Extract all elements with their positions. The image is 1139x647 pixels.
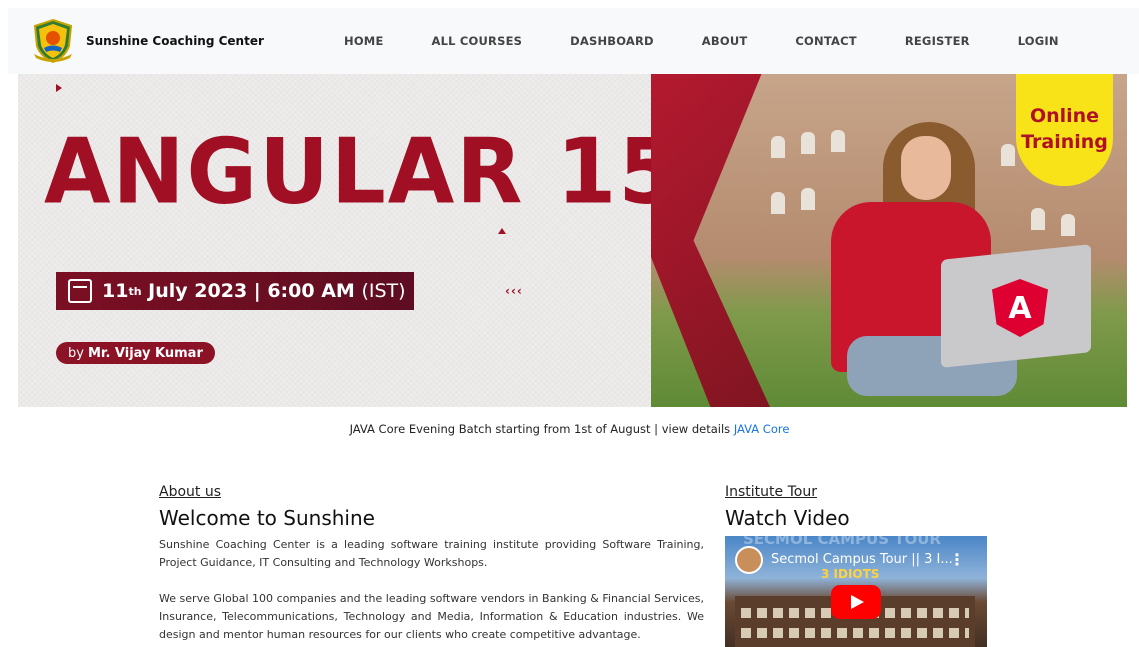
video-building-windows [741, 628, 969, 638]
building-window [801, 188, 815, 210]
date-day: 11 [102, 280, 129, 302]
navbar: Sunshine Coaching Center HOME ALL COURSE… [8, 8, 1139, 74]
badge-line2: Training [1021, 131, 1108, 153]
nav-dashboard[interactable]: DASHBOARD [570, 34, 654, 48]
building-window [1001, 144, 1015, 166]
about-paragraph-1: Sunshine Coaching Center is a leading so… [159, 538, 704, 569]
nav-contact[interactable]: CONTACT [795, 34, 856, 48]
date-suffix: th [128, 284, 142, 298]
java-core-link[interactable]: JAVA Core [734, 422, 790, 436]
date-rest: July 2023 | 6:00 AM [148, 280, 355, 302]
nav-login[interactable]: LOGIN [1018, 34, 1059, 48]
banner-title: ANGULAR 15 [44, 119, 681, 225]
building-window [801, 132, 815, 154]
hero-banner[interactable]: ANGULAR 15 11th July 2023 | 6:00 AM (IST… [18, 74, 1127, 407]
chevrons-left-icon: ‹‹‹ [505, 284, 523, 298]
play-button-icon[interactable] [831, 585, 881, 619]
building-window [771, 192, 785, 214]
online-training-badge: Online Training [1016, 74, 1113, 186]
banner-instructor: by Mr. Vijay Kumar [56, 342, 215, 364]
decor-triangle [56, 84, 62, 92]
banner-date: 11th July 2023 | 6:00 AM (IST) [56, 272, 414, 310]
building-window [1061, 214, 1075, 236]
channel-avatar[interactable] [735, 546, 763, 574]
building-window [771, 136, 785, 158]
about-paragraph-2: We serve Global 100 companies and the le… [159, 592, 704, 641]
about-section: About us Welcome to Sunshine Sunshine Co… [159, 484, 704, 644]
brand[interactable]: Sunshine Coaching Center [30, 18, 264, 64]
nav-register[interactable]: REGISTER [905, 34, 970, 48]
video-player[interactable]: SECMOL CAMPUS TOUR Secmol Campus Tour ||… [725, 536, 987, 647]
woman-face [901, 136, 951, 200]
date-timezone: (IST) [361, 280, 406, 302]
badge-line1: Online [1029, 105, 1100, 128]
tour-section: Institute Tour Watch Video SECMOL CAMPUS… [725, 484, 987, 647]
instructor-name: Mr. Vijay Kumar [87, 345, 203, 361]
brand-name: Sunshine Coaching Center [86, 34, 264, 48]
building-window [1031, 208, 1045, 230]
more-vert-icon[interactable]: ⋮ [949, 550, 965, 569]
nav-all-courses[interactable]: ALL COURSES [432, 34, 523, 48]
page: Sunshine Coaching Center HOME ALL COURSE… [0, 0, 1139, 647]
nav-about[interactable]: ABOUT [702, 34, 748, 48]
about-label: About us [159, 484, 222, 500]
nav-home[interactable]: HOME [344, 34, 384, 48]
building-window [831, 130, 845, 152]
video-subtitle: 3 IDIOTS [821, 567, 880, 581]
notice-text: JAVA Core Evening Batch starting from 1s… [349, 422, 731, 436]
video-thumbnail-caption: SECMOL CAMPUS TOUR [743, 536, 941, 548]
instructor-prefix: by [68, 345, 84, 361]
tour-title: Watch Video [725, 506, 850, 530]
calendar-icon [68, 279, 92, 303]
video-title[interactable]: Secmol Campus Tour || 3 I... [771, 552, 953, 567]
shield-crest-icon [33, 18, 73, 64]
nav-menu: HOME ALL COURSES DASHBOARD ABOUT CONTACT… [344, 8, 1107, 74]
tour-label: Institute Tour [725, 484, 817, 500]
decor-triangle [498, 228, 506, 234]
batch-notice: JAVA Core Evening Batch starting from 1s… [0, 422, 1139, 436]
about-title: Welcome to Sunshine [159, 506, 375, 530]
